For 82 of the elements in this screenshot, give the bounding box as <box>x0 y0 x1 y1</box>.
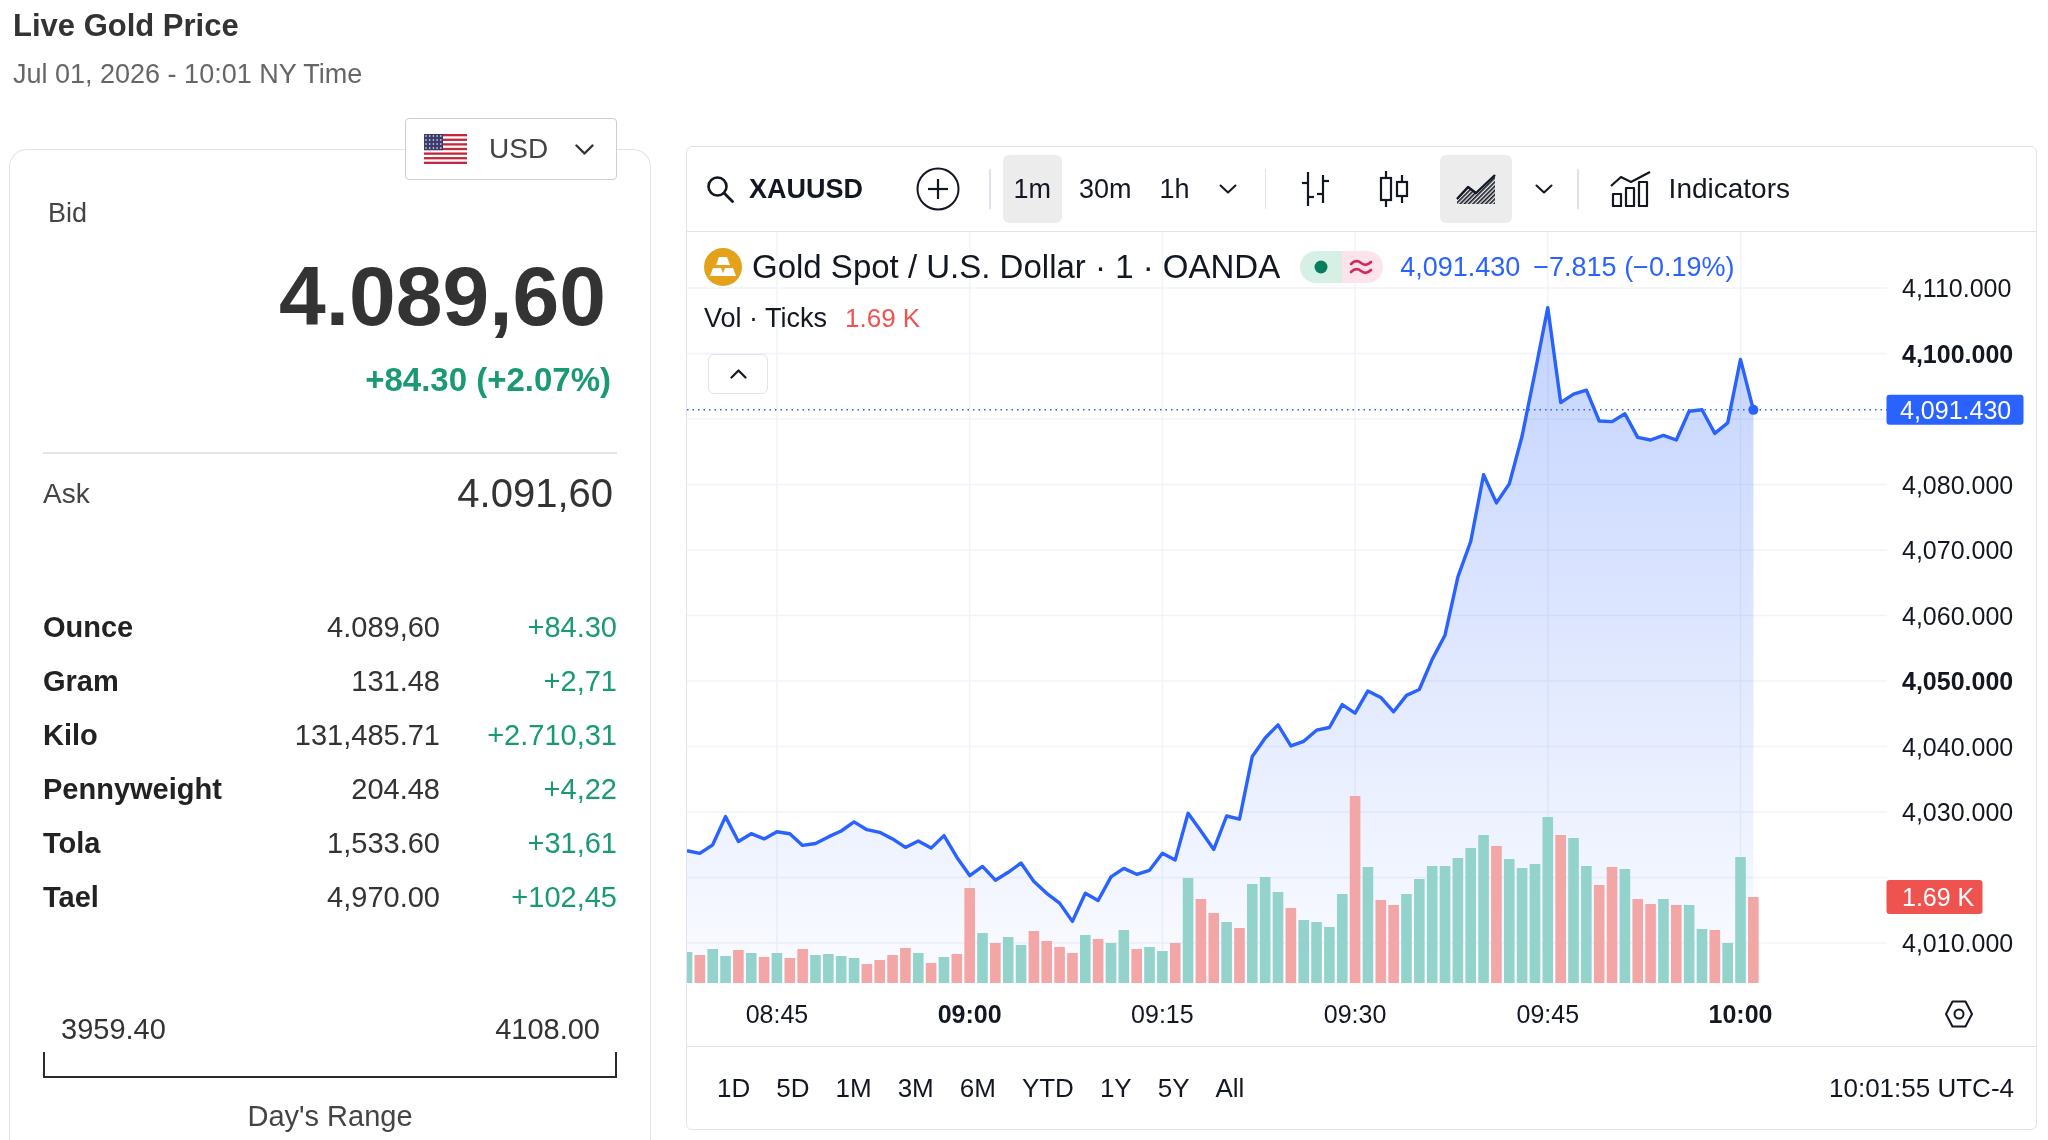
price-axis-label: 4,100.000 <box>1902 339 2014 368</box>
candlestick-icon <box>1377 170 1411 208</box>
symbol-search-button[interactable]: XAUUSD <box>698 155 871 223</box>
unit-price: 1,533.60 <box>327 827 440 860</box>
time-axis-label: 10:00 <box>1708 1000 1773 1028</box>
range-button[interactable]: 5Y <box>1144 1066 1203 1110</box>
unit-price: 131,485.71 <box>294 719 440 752</box>
unit-change: +4,22 <box>543 773 617 806</box>
indicators-button[interactable]: Indicators <box>1601 155 1798 223</box>
ingot-icon <box>704 248 742 286</box>
unit-name: Ounce <box>43 611 134 644</box>
last-price-text: 4,091.430 <box>1400 251 1521 283</box>
unit-name: Tola <box>43 827 101 860</box>
price-axis-label: 4,070.000 <box>1902 536 2014 564</box>
chevron-up-icon <box>729 369 747 379</box>
chevron-down-icon <box>1218 184 1237 194</box>
unit-name: Tael <box>43 881 99 914</box>
clock-text: 10:01:55 UTC-4 <box>1829 1072 2014 1104</box>
interval-button[interactable]: 30m <box>1068 155 1143 223</box>
timestamp: Jul 01, 2026 - 10:01 NY Time <box>13 58 363 90</box>
unit-change: +2.710,31 <box>487 719 617 752</box>
time-axis-label: 09:00 <box>937 1000 1002 1028</box>
interval-button[interactable]: 1m <box>1002 155 1063 223</box>
unit-name: Kilo <box>43 719 98 752</box>
range-button[interactable]: 1D <box>704 1066 764 1110</box>
ask-price: 4.091,60 <box>457 471 613 516</box>
search-icon <box>706 175 734 203</box>
chart-style-button[interactable] <box>1440 155 1513 223</box>
symbol-title: Gold Spot / U.S. Dollar · 1 · OANDA <box>752 248 1281 286</box>
price-axis-label: 4,040.000 <box>1902 732 2014 761</box>
last-price-badge: 4,091.430 <box>1886 394 2024 425</box>
chevron-down-icon <box>1535 184 1554 194</box>
range-label: Day's Range <box>247 1098 413 1134</box>
area-chart-icon <box>1456 173 1497 205</box>
volume-badge: 1.69 K <box>1886 880 1983 914</box>
range-button[interactable]: 3M <box>884 1066 947 1110</box>
chevron-down-icon <box>575 143 594 155</box>
bar-chart-icon <box>1609 171 1652 207</box>
page-title: Live Gold Price <box>13 8 239 44</box>
unit-price: 131.48 <box>351 665 440 698</box>
last-point-marker-icon <box>1748 404 1759 415</box>
unit-name: Pennyweight <box>43 773 222 806</box>
range-button[interactable]: 1M <box>822 1066 885 1110</box>
unit-change: +2,71 <box>543 665 617 698</box>
range-high: 4108.00 <box>495 1011 600 1047</box>
range-button[interactable]: YTD <box>1008 1066 1087 1110</box>
range-button[interactable]: 1Y <box>1086 1066 1145 1110</box>
time-axis-label: 09:15 <box>1131 1000 1194 1028</box>
wave-icon <box>1342 251 1384 283</box>
settings-icon[interactable] <box>1945 1000 1973 1028</box>
currency-dropdown[interactable]: USD <box>405 118 617 180</box>
price-axis-label: 4,010.000 <box>1902 929 2014 958</box>
price-change-text: −7.815 (−0.19%) <box>1533 251 1735 283</box>
volume-value: 1.69 K <box>845 302 921 334</box>
time-axis-label: 08:45 <box>745 1000 809 1028</box>
plus-circle-icon <box>916 167 960 211</box>
range-button[interactable]: 5D <box>763 1066 823 1110</box>
bid-price: 4.089,60 <box>279 251 606 341</box>
price-axis-label: 4,030.000 <box>1902 798 2014 827</box>
price-axis-label: 4,060.000 <box>1902 601 2014 630</box>
us-flag-icon <box>424 134 467 164</box>
volume-label: Vol · Ticks <box>704 302 828 334</box>
interval-button[interactable]: 1h <box>1148 155 1201 223</box>
bid-label: Bid <box>47 197 88 229</box>
price-axis-label: 4,050.000 <box>1902 667 2014 696</box>
time-axis-label: 09:30 <box>1323 1000 1387 1028</box>
time-axis-label: 09:45 <box>1516 1000 1580 1028</box>
range-button[interactable]: All <box>1202 1066 1258 1110</box>
unit-change: +31,61 <box>527 827 617 860</box>
range-low: 3959.40 <box>61 1011 166 1047</box>
unit-price: 4.089,60 <box>327 611 440 644</box>
price-axis-label: 4,080.000 <box>1902 470 2014 499</box>
unit-change: +84.30 <box>527 611 617 644</box>
bid-change: +84.30 (+2.07%) <box>365 360 611 400</box>
unit-price: 4,970.00 <box>327 881 440 914</box>
unit-change: +102,45 <box>511 881 617 914</box>
range-button[interactable]: 6M <box>946 1066 1009 1110</box>
price-axis-label: 4,110.000 <box>1902 274 2012 302</box>
ohlc-bars-icon <box>1299 170 1332 208</box>
ask-label: Ask <box>43 477 90 510</box>
unit-name: Gram <box>43 665 119 698</box>
unit-price: 204.48 <box>351 773 440 806</box>
